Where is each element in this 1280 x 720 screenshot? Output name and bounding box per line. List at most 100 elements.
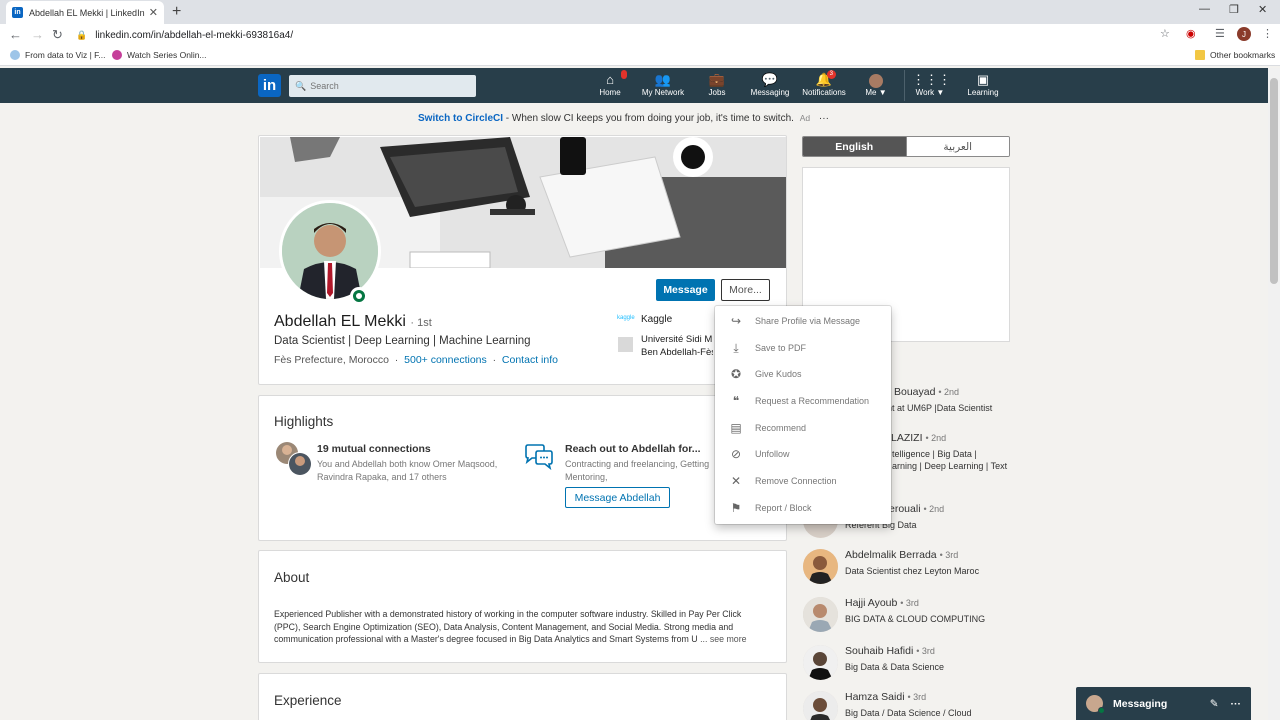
highlights-card: Highlights 19 mutual connections You and…	[258, 395, 787, 541]
nav-me[interactable]: Me ▼	[862, 72, 890, 100]
see-more-link[interactable]: ... see more	[700, 634, 746, 644]
url-text: linkedin.com/in/abdellah-el-mekki-693816…	[95, 29, 294, 41]
person-name: erouali • 2nd	[889, 503, 945, 515]
language-toggle: English العربية	[802, 136, 1010, 157]
person-description: Big Data / Data Science / Cloud	[845, 708, 972, 718]
avatar-icon	[862, 72, 890, 88]
person-name: Hajji Ayoub • 3rd	[845, 597, 919, 609]
people-list-item[interactable]: Hajji Ayoub • 3rd BIG DATA & CLOUD COMPU…	[803, 597, 1013, 637]
search-box[interactable]: 🔍	[289, 75, 476, 97]
about-card: About Experienced Publisher with a demon…	[258, 550, 787, 663]
message-button[interactable]: Message	[656, 279, 715, 301]
sponsored-ad-line[interactable]: Switch to CircleCI - When slow CI keeps …	[418, 113, 829, 124]
browser-tab[interactable]: in Abdellah EL Mekki | LinkedIn ✕	[6, 1, 164, 24]
profile-location-line: Fès Prefecture, Morocco · 500+ connectio…	[274, 354, 558, 366]
person-name: LAZIZI • 2nd	[891, 432, 947, 444]
download-icon: ⤓	[733, 340, 739, 355]
media-icon[interactable]: ☰	[1215, 27, 1225, 40]
other-bookmarks[interactable]: Other bookmarks	[1195, 50, 1275, 60]
connection-degree: · 1st	[410, 317, 432, 329]
extension-icon[interactable]: ◉	[1186, 27, 1196, 40]
back-icon[interactable]: ←	[9, 27, 22, 42]
menu-item-give-kudos[interactable]: ✪ Give Kudos	[715, 361, 891, 387]
ad-tag: Ad	[799, 113, 811, 123]
person-description: Data Scientist chez Leyton Maroc	[845, 566, 980, 576]
nav-messaging[interactable]: 💬 Messaging	[749, 72, 791, 100]
ad-more-icon[interactable]: ···	[819, 113, 829, 124]
bookmark-star-icon[interactable]: ☆	[1160, 27, 1170, 40]
menu-item-report-block[interactable]: ⚑ Report / Block	[715, 495, 891, 521]
menu-item-save-pdf[interactable]: ⤓ Save to PDF	[715, 335, 891, 361]
home-icon: ⌂	[597, 70, 627, 88]
nav-learning[interactable]: ▣ Learning	[966, 72, 1000, 100]
linkedin-logo[interactable]: in	[258, 74, 281, 97]
people-list-item[interactable]: Abdelmalik Berrada • 3rd Data Scientist …	[803, 549, 1013, 589]
kaggle-logo: kaggle	[617, 315, 635, 321]
menu-item-share-profile[interactable]: ↪ Share Profile via Message	[715, 308, 891, 334]
message-abdellah-button[interactable]: Message Abdellah	[565, 487, 670, 508]
network-icon: 👥	[654, 72, 672, 87]
messaging-avatar	[1086, 695, 1105, 714]
play-favicon-icon	[112, 50, 122, 60]
connections-link[interactable]: 500+ connections	[404, 354, 487, 366]
nav-work[interactable]: ⋮⋮⋮ Work ▼	[912, 72, 951, 100]
search-input[interactable]	[310, 81, 461, 91]
messaging-overlay-bar[interactable]: Messaging ✎ ···	[1076, 687, 1251, 720]
lock-icon: 🔒	[76, 29, 88, 40]
people-list-item[interactable]: Souhaib Hafidi • 3rd Big Data & Data Sci…	[803, 645, 1013, 685]
bell-icon: 🔔 3	[800, 70, 848, 88]
notification-badge: 3	[826, 70, 836, 79]
profile-photo[interactable]	[279, 200, 381, 302]
new-tab-icon[interactable]: +	[172, 3, 181, 21]
chat-bubbles-icon	[525, 444, 553, 470]
profile-card: Message More... Abdellah EL Mekki · 1st …	[258, 135, 787, 385]
play-icon: ▣	[976, 72, 990, 87]
browser-profile-avatar[interactable]: J	[1237, 27, 1251, 41]
reload-icon[interactable]: ↻	[52, 27, 63, 43]
menu-item-request-recommendation[interactable]: ❝ Request a Recommendation	[715, 388, 891, 414]
menu-item-recommend[interactable]: ▤ Recommend	[715, 415, 891, 441]
browser-menu-icon[interactable]: ⋮	[1262, 27, 1273, 40]
ad-text: - When slow CI keeps you from doing your…	[503, 113, 794, 124]
language-english-button[interactable]: English	[803, 137, 906, 156]
compose-icon[interactable]: ✎	[1210, 698, 1219, 710]
bookmark-item[interactable]: Watch Series Onlin...	[112, 50, 207, 60]
page-scrollbar[interactable]	[1268, 68, 1280, 720]
people-list-item[interactable]: Hamza Saidi • 3rd Big Data / Data Scienc…	[803, 691, 1013, 720]
menu-item-unfollow[interactable]: ⊘ Unfollow	[715, 441, 891, 467]
experience-card: Experience	[258, 673, 787, 720]
minimize-icon[interactable]: —	[1199, 3, 1210, 15]
forward-icon[interactable]: →	[31, 27, 44, 42]
current-company[interactable]: Kaggle	[641, 314, 672, 325]
url-field[interactable]: 🔒 linkedin.com/in/abdellah-el-mekki-6938…	[76, 26, 1176, 44]
bookmark-item[interactable]: From data to Viz | F...	[10, 50, 105, 60]
profile-headline: Data Scientist | Deep Learning | Machine…	[274, 335, 531, 347]
remove-person-icon: ✕	[730, 474, 742, 488]
online-dot-icon	[1098, 707, 1105, 714]
block-icon: ⊘	[730, 447, 742, 461]
briefcase-icon: 💼	[708, 72, 726, 87]
menu-item-remove-connection[interactable]: ✕ Remove Connection	[715, 468, 891, 494]
more-button[interactable]: More...	[721, 279, 770, 301]
grid-icon: ⋮⋮⋮	[912, 72, 951, 87]
scrollbar-thumb[interactable]	[1270, 78, 1278, 284]
quote-icon: ❝	[732, 394, 740, 408]
contact-info-link[interactable]: Contact info	[502, 354, 558, 366]
person-description: BIG DATA & CLOUD COMPUTING	[845, 614, 986, 624]
nav-jobs[interactable]: 💼 Jobs	[704, 72, 730, 100]
more-icon[interactable]: ···	[1231, 698, 1242, 710]
ad-link[interactable]: Switch to CircleCI	[418, 113, 503, 124]
maximize-icon[interactable]: ❐	[1229, 3, 1239, 16]
nav-my-network[interactable]: 👥 My Network	[640, 72, 686, 100]
education-school[interactable]: Université Sidi M Ben Abdellah-Fès	[641, 333, 713, 359]
close-tab-icon[interactable]: ✕	[149, 6, 158, 19]
nav-notifications[interactable]: 🔔 3 Notifications	[800, 70, 848, 100]
nav-home[interactable]: ⌂ Home	[597, 70, 627, 100]
mutual-connections-title[interactable]: 19 mutual connections	[317, 443, 431, 455]
language-arabic-button[interactable]: العربية	[905, 137, 1009, 156]
tab-title: Abdellah EL Mekki | LinkedIn	[29, 7, 145, 18]
about-text: Experienced Publisher with a demonstrate…	[274, 609, 747, 645]
person-name: Bouayad • 2nd	[894, 386, 960, 398]
award-icon: ✪	[730, 367, 742, 381]
close-window-icon[interactable]: ✕	[1258, 3, 1267, 16]
